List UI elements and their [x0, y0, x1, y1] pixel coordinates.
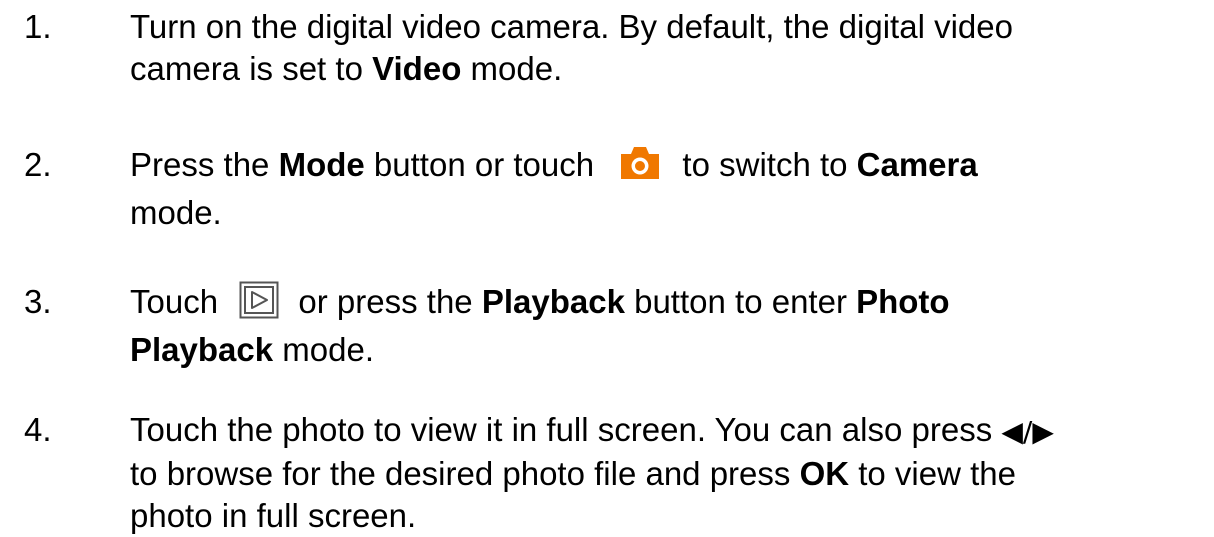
camera-mode-icon — [617, 144, 663, 192]
step-line: to browse for the desired photo file and… — [130, 453, 1194, 495]
bold-term: Playback — [130, 331, 274, 368]
text-segment: Touch — [130, 283, 228, 320]
step-line: Playback mode. — [130, 329, 1194, 371]
bold-term: Playback — [481, 283, 625, 320]
step-number: 2. — [24, 146, 52, 183]
step-number: 3. — [24, 283, 52, 320]
bold-term: Camera — [856, 146, 978, 183]
text-segment: Turn on the digital video camera. By def… — [130, 8, 1013, 45]
left-right-arrows: ◀/▶ — [1001, 415, 1054, 448]
step-number: 4. — [24, 411, 52, 448]
text-segment: Touch the photo to view it in full scree… — [130, 411, 1002, 448]
bold-term: OK — [799, 455, 850, 492]
step-line: Touch or press the Playback button to en… — [130, 281, 1194, 329]
step-text: Touch the photo to view it in full scree… — [130, 409, 1194, 537]
text-segment: or press the — [289, 283, 482, 320]
step-text: Touch or press the Playback button to en… — [130, 281, 1194, 371]
text-segment: mode. — [273, 331, 374, 368]
text-segment: to switch to — [673, 146, 857, 183]
step-line: camera is set to Video mode. — [130, 48, 1194, 90]
step-line: Touch the photo to view it in full scree… — [130, 409, 1194, 453]
text-segment: to view the — [849, 455, 1016, 492]
playback-icon — [239, 281, 279, 329]
text-segment: to browse for the desired photo file and… — [130, 455, 800, 492]
step-text: Press the Mode button or touch to switch… — [130, 144, 1194, 234]
step-line: mode. — [130, 192, 1194, 234]
text-segment: camera is set to — [130, 50, 373, 87]
text-segment: photo in full screen. — [130, 497, 417, 534]
bold-term: Video — [372, 50, 462, 87]
text-segment: mode. — [130, 194, 222, 231]
step-line: Press the Mode button or touch to switch… — [130, 144, 1194, 192]
text-segment: mode. — [461, 50, 563, 87]
step-line: Turn on the digital video camera. By def… — [130, 6, 1194, 48]
text-segment: button or touch — [364, 146, 604, 183]
bold-term: Photo — [856, 283, 950, 320]
step-line: photo in full screen. — [130, 495, 1194, 537]
step-text: Turn on the digital video camera. By def… — [130, 6, 1194, 90]
text-segment: button to enter — [624, 283, 857, 320]
text-segment: Press the — [130, 146, 279, 183]
step-number: 1. — [24, 8, 52, 45]
bold-term: Mode — [278, 146, 365, 183]
